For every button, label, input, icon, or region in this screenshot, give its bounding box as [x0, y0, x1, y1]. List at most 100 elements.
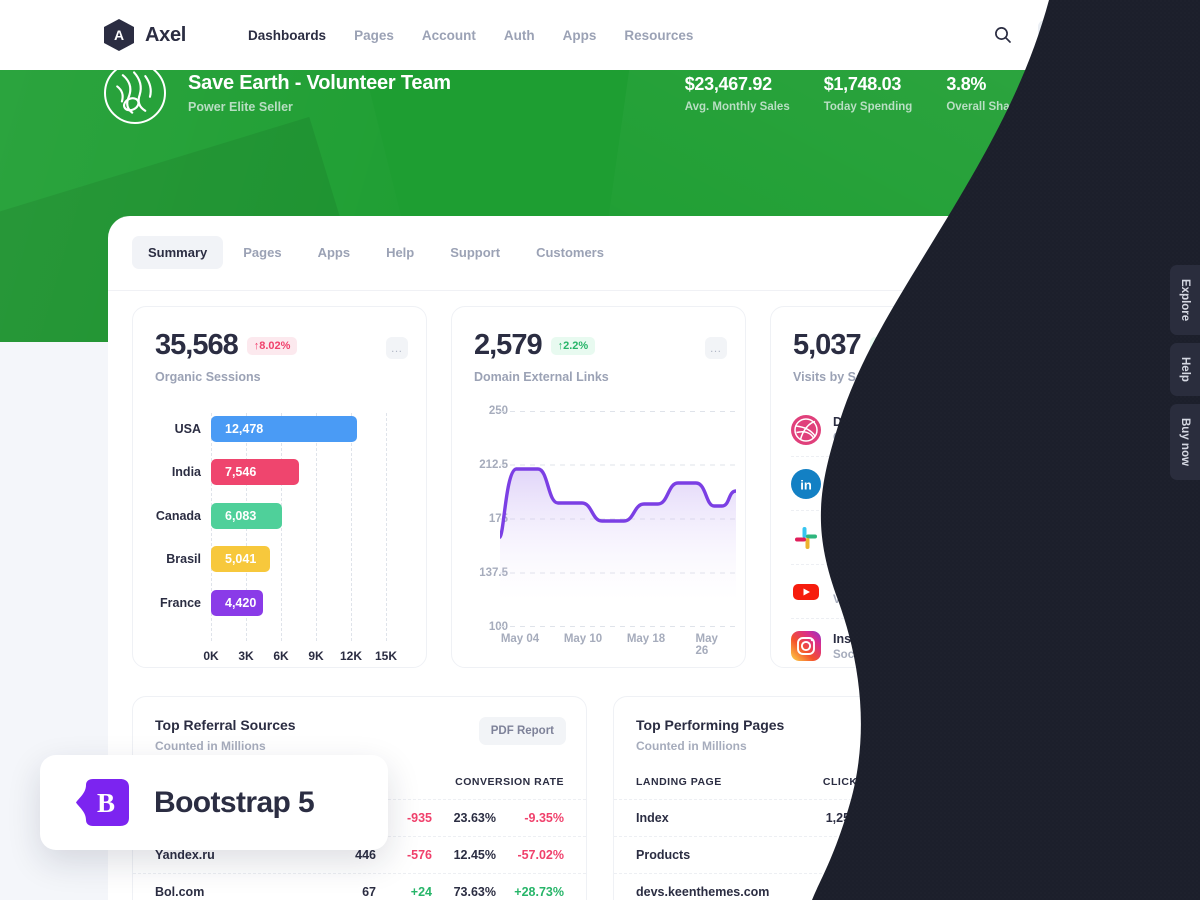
bar-row: USA 12,478: [133, 407, 428, 451]
col-avg-position: AVG. POSITION: [960, 776, 1045, 788]
list-item-text: Linked In Social Media: [833, 469, 903, 498]
tab-summary[interactable]: Summary: [132, 236, 224, 269]
brand-logo[interactable]: A Axel: [104, 19, 186, 51]
cell-avg-position-delta: +8.73: [1013, 885, 1045, 899]
nav-item-account[interactable]: Account: [422, 28, 476, 43]
cell-source: Bol.com: [155, 885, 205, 899]
bar-row: Brasil 5,041: [133, 538, 428, 582]
social-name: Linked In: [833, 469, 888, 483]
brand-name: Axel: [145, 23, 187, 46]
card-delta-badge: ↑2.2%: [550, 336, 596, 355]
list-item[interactable]: Slack Messanger 794 ↑0.2%: [791, 511, 1044, 565]
team-name: Save Earth - Volunteer Team: [188, 72, 451, 94]
card-header: 5,037 ↑2.2% Visits by Social Networks: [771, 307, 1064, 384]
x-tick: May 18: [626, 633, 666, 645]
cell-conversion-delta: -9.35%: [524, 811, 564, 825]
list-item[interactable]: in Linked In Social Media 1,088 ↓0.4%: [791, 457, 1044, 511]
hero-stat-avg-monthly-sales: $23,467.92 Avg. Monthly Sales: [685, 74, 790, 113]
nav-item-apps[interactable]: Apps: [563, 28, 597, 43]
card-menu-icon[interactable]: …: [705, 337, 727, 359]
area-chart-plot: [498, 411, 738, 627]
card-delta-badge: ↑8.02%: [246, 336, 298, 355]
cell-avg-position: 2.63: [952, 811, 977, 825]
cell-landing-page: Products: [636, 848, 691, 862]
sidetab-explore[interactable]: Explore: [1170, 265, 1200, 336]
team-logo-icon: [104, 62, 166, 124]
card-subtitle: Visits by Social Networks: [793, 370, 945, 384]
topbar-actions: [988, 16, 1176, 54]
social-delta-badge: ↑2.6%: [998, 420, 1044, 439]
cell-avg-position: 7.63: [952, 885, 977, 899]
linkedin-icon: in: [791, 468, 821, 499]
social-value: 579: [965, 422, 988, 437]
cell-sessions: 67: [362, 885, 376, 899]
cell-clicks-delta: -576: [887, 848, 913, 862]
main-navigation: Dashboards Pages Account Auth Apps Resou…: [248, 28, 693, 43]
table-row[interactable]: devs.keenthemes.com 67 +24 7.63 +8.73: [614, 873, 1067, 900]
card-visits-by-social-networks: 5,037 ↑2.2% Visits by Social Networks … …: [770, 306, 1065, 668]
x-tick: 6K: [273, 649, 289, 663]
activity-icon[interactable]: [1038, 20, 1068, 50]
nav-item-pages[interactable]: Pages: [354, 28, 394, 43]
card-value: 2,579: [474, 329, 543, 361]
sidetab-help[interactable]: Help: [1170, 343, 1200, 397]
avatar[interactable]: [1138, 16, 1176, 54]
table-row[interactable]: Bol.com 67 +24 73.63% +28.73%: [133, 873, 586, 900]
cell-conversion: 12.45%: [453, 848, 496, 862]
tab-apps[interactable]: Apps: [302, 236, 367, 269]
nav-item-dashboards[interactable]: Dashboards: [248, 28, 326, 43]
card-subtitle: Domain External Links: [474, 370, 609, 384]
hero-stat-value: $23,467.92: [684, 73, 772, 94]
card-menu-icon[interactable]: …: [386, 337, 408, 359]
area-chart-x-axis: May 04 May 10 May 18 May 26: [500, 633, 736, 657]
bar-label: Canada: [155, 508, 201, 523]
tab-help[interactable]: Help: [370, 236, 430, 269]
x-tick: 12K: [339, 649, 363, 663]
team-subtitle: Power Elite Seller: [188, 100, 293, 114]
hero-stat-7-days: -7.4% 7 Days: [1054, 74, 1100, 113]
x-tick: 3K: [238, 649, 254, 663]
cell-avg-position-delta: 0.32: [1020, 848, 1045, 862]
tab-support[interactable]: Support: [434, 236, 516, 269]
social-category: Video Channel: [833, 594, 913, 606]
card-metric: 2,579 ↑2.2%: [474, 329, 723, 362]
cell-clicks: 1,256: [825, 811, 857, 825]
social-name: Dribbble: [833, 415, 884, 429]
stat-cards-row: 35,568 ↑8.02% Organic Sessions … USA 12,…: [132, 306, 1065, 668]
table-row[interactable]: Products 446 -576 1.45 0.32: [614, 836, 1067, 873]
bar-value: 6,083: [211, 502, 282, 529]
table-row[interactable]: Index 1,256 -935 2.63 -1.35: [614, 799, 1067, 836]
nav-item-auth[interactable]: Auth: [504, 28, 535, 43]
nav-item-resources[interactable]: Resources: [624, 28, 693, 43]
tab-customers[interactable]: Customers: [520, 236, 620, 269]
x-tick: 9K: [308, 649, 324, 663]
bootstrap-promo-card[interactable]: B Bootstrap 5: [40, 755, 388, 850]
bar-label: India: [171, 465, 201, 480]
hero-stat-value: 3.8%: [946, 73, 987, 94]
instagram-icon: [791, 631, 821, 661]
list-item[interactable]: Dribbble Community 579 ↑2.6%: [791, 403, 1044, 457]
bootstrap-icon: B: [76, 779, 132, 826]
list-item[interactable]: Instagram Social Network 1,458 ↑8.3%: [791, 619, 1044, 673]
search-icon[interactable]: [988, 20, 1018, 50]
col-landing-page: LANDING PAGE: [636, 776, 722, 788]
pdf-report-button[interactable]: PDF Report: [959, 717, 1047, 745]
sidetab-buy-now[interactable]: Buy now: [1170, 404, 1200, 481]
list-item-text: Dribbble Community: [833, 415, 896, 444]
cell-avg-position-delta: -1.35: [1016, 811, 1046, 825]
social-category: Community: [833, 432, 897, 444]
brand-mark-icon: A: [104, 19, 134, 51]
tab-pages[interactable]: Pages: [227, 236, 297, 269]
pdf-report-button[interactable]: PDF Report: [478, 717, 566, 745]
bar-chart: USA 12,478 India 7,546 Canada 6,083 Bras…: [133, 407, 428, 663]
list-item[interactable]: YouTube Video Channel 978 ↑4.1%: [791, 565, 1044, 619]
hero-content: Save Earth - Volunteer Team Power Elite …: [104, 62, 1100, 124]
col-clicks: CLICKS: [822, 776, 865, 788]
team-info: Save Earth - Volunteer Team Power Elite …: [188, 72, 451, 114]
app-root: A Axel Dashboards Pages Account Auth App…: [0, 0, 1200, 900]
social-delta-badge: ↓0.4%: [998, 474, 1044, 493]
notifications-icon[interactable]: [1088, 20, 1118, 50]
cell-conversion-delta: +28.73%: [514, 885, 564, 899]
card-menu-icon[interactable]: …: [1024, 337, 1046, 359]
bar-value: 4,420: [211, 589, 263, 616]
